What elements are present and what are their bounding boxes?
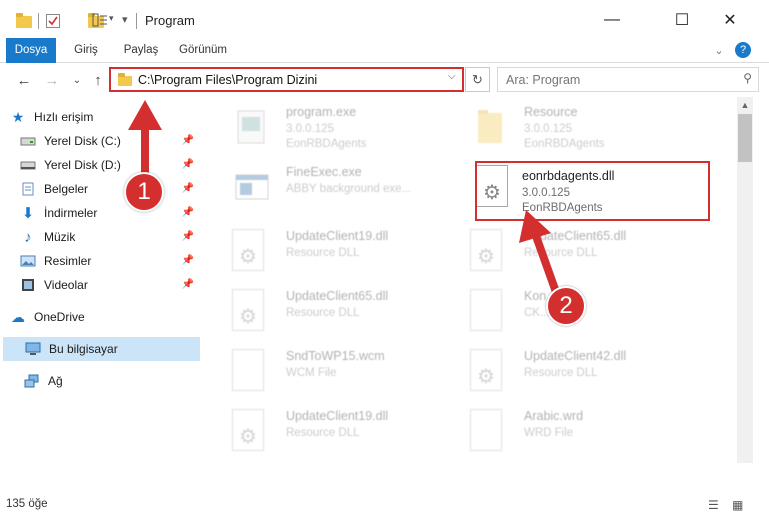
arrow-2 (519, 210, 560, 294)
details-view-icon[interactable]: ☰ (708, 498, 724, 512)
status-bar: 135 öğe ☰ ▦ (0, 463, 769, 531)
callout-badge-2: 2 (546, 286, 586, 326)
callout-badge-1: 1 (124, 172, 164, 212)
large-icons-view-icon[interactable]: ▦ (732, 498, 748, 512)
annotation-arrows (128, 100, 560, 294)
arrow-1 (128, 100, 162, 175)
item-count: 135 öğe (6, 498, 48, 510)
